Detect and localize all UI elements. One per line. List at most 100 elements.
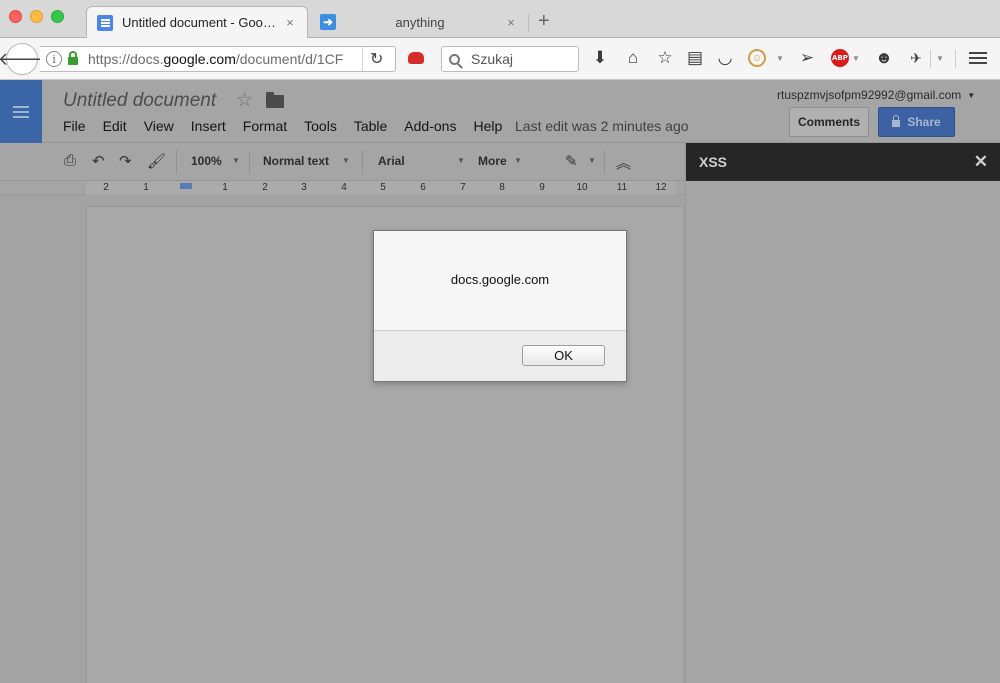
new-tab-button[interactable]: +: [538, 10, 550, 32]
menu-edit[interactable]: Edit: [103, 118, 127, 134]
bug-addon-icon[interactable]: ✈: [905, 47, 927, 69]
ruler-number: 10: [576, 182, 588, 193]
menu-addons[interactable]: Add-ons: [404, 118, 456, 134]
paragraph-style-select[interactable]: Normal text: [263, 154, 329, 168]
ruler-number: 4: [341, 182, 347, 193]
reading-list-icon[interactable]: ▤: [684, 47, 706, 69]
ruler-number: 8: [499, 182, 505, 193]
download-icon[interactable]: ⬇: [589, 47, 611, 69]
dropdown-arrow-icon[interactable]: ▼: [935, 47, 945, 69]
alert-message: docs.google.com: [450, 272, 550, 287]
last-edit-status[interactable]: Last edit was 2 minutes ago: [515, 118, 689, 134]
addon-side-panel: XSS ✕: [685, 143, 1000, 683]
ruler-number: 1: [222, 182, 228, 193]
alert-body: docs.google.com: [374, 231, 626, 331]
share-button[interactable]: Share: [878, 107, 955, 137]
toolbar-separator: [176, 150, 177, 174]
ruler-number: 12: [655, 182, 667, 193]
window-close-button[interactable]: [9, 10, 22, 23]
indent-marker[interactable]: [180, 183, 192, 189]
document-title[interactable]: Untitled document: [63, 90, 216, 112]
google-docs-favicon-icon: [97, 14, 113, 31]
account-email: rtuspzmvjsofpm92992@gmail.com: [777, 88, 962, 102]
pencil-icon[interactable]: ✎: [565, 152, 578, 170]
toolbar-separator: [930, 50, 931, 68]
home-icon[interactable]: ⌂: [622, 47, 644, 69]
menu-view[interactable]: View: [144, 118, 174, 134]
alert-dialog: docs.google.com OK: [373, 230, 627, 382]
pocket-icon[interactable]: ◡: [714, 47, 736, 69]
tab-anything[interactable]: ➜ anything ×: [310, 6, 528, 38]
ruler-number: 2: [262, 182, 268, 193]
docs-home-button[interactable]: [0, 80, 42, 143]
side-panel-title: XSS: [699, 154, 728, 170]
menu-icon[interactable]: [969, 52, 987, 64]
menu-tools[interactable]: Tools: [304, 118, 337, 134]
menu-table[interactable]: Table: [354, 118, 387, 134]
menu-insert[interactable]: Insert: [191, 118, 226, 134]
chevron-down-icon: ▼: [342, 156, 350, 165]
side-panel-header: XSS ✕: [686, 143, 1000, 181]
info-icon[interactable]: i: [46, 51, 62, 67]
lock-icon: [892, 115, 901, 127]
browser-navbar: 🡐 i https://docs.google.com/document/d/1…: [0, 38, 1000, 80]
face-addon-icon[interactable]: ☺: [748, 49, 766, 67]
print-icon[interactable]: ⎙: [64, 152, 76, 169]
menu-format[interactable]: Format: [243, 118, 287, 134]
url-bar[interactable]: i https://docs.google.com/document/d/1CF…: [40, 46, 396, 72]
dropdown-arrow-icon[interactable]: ▼: [775, 47, 785, 69]
lock-icon: [68, 51, 78, 65]
chevron-down-icon: ▼: [588, 156, 596, 165]
url-divider: [362, 47, 363, 71]
menu-file[interactable]: File: [63, 118, 86, 134]
tab-docs[interactable]: Untitled document - Google… ×: [86, 6, 308, 38]
window-minimize-button[interactable]: [30, 10, 43, 23]
reload-icon[interactable]: ↻: [370, 49, 383, 69]
search-placeholder: Szukaj: [471, 51, 514, 67]
tab-close-icon[interactable]: ×: [504, 15, 518, 30]
menu-help[interactable]: Help: [473, 118, 502, 134]
undo-icon[interactable]: ↶: [92, 152, 105, 170]
window-zoom-button[interactable]: [51, 10, 64, 23]
ruler: 2 1 1 2 3 4 5 6 7 8 9 10 11 12: [0, 181, 685, 195]
chevron-down-icon: ▼: [967, 90, 976, 100]
red-addon-icon[interactable]: [408, 52, 424, 64]
more-button[interactable]: More: [478, 154, 507, 168]
adblock-plus-icon[interactable]: ABP: [831, 49, 849, 67]
toolbar-separator: [362, 150, 363, 174]
toolbar-separator: [249, 150, 250, 174]
search-input[interactable]: Szukaj: [441, 46, 579, 72]
paint-format-icon[interactable]: 🖌: [147, 152, 166, 170]
zoom-select[interactable]: 100%: [191, 154, 222, 168]
tab-title: Untitled document - Google…: [122, 15, 283, 30]
tab-close-icon[interactable]: ×: [283, 15, 297, 30]
search-icon: [449, 53, 460, 65]
redo-icon[interactable]: ↷: [119, 152, 132, 170]
folder-icon[interactable]: [266, 92, 284, 108]
ok-button[interactable]: OK: [522, 345, 605, 366]
star-icon[interactable]: ☆: [236, 89, 253, 112]
smiley-icon[interactable]: ☻: [873, 47, 895, 69]
account-switcher[interactable]: rtuspzmvjsofpm92992@gmail.com ▼: [777, 88, 975, 102]
docs-header: Untitled document ☆ File Edit View Inser…: [0, 80, 1000, 143]
comments-button[interactable]: Comments: [789, 107, 869, 137]
chevron-down-icon: ▼: [514, 156, 522, 165]
back-button[interactable]: 🡐: [0, 43, 46, 75]
ruler-number: 9: [539, 182, 545, 193]
ruler-number: 3: [301, 182, 307, 193]
bookmark-star-icon[interactable]: ☆: [654, 47, 676, 69]
ruler-number: 1: [143, 182, 149, 193]
collapse-chevron-icon[interactable]: ︽: [616, 152, 631, 173]
arrow-favicon-icon: ➜: [320, 14, 336, 30]
toolbar-separator: [604, 150, 605, 174]
close-icon[interactable]: ✕: [974, 152, 988, 172]
ruler-number: 7: [460, 182, 466, 193]
ruler-number: 11: [616, 182, 628, 193]
tab-separator: [528, 14, 529, 32]
ruler-number: 2: [103, 182, 109, 193]
docs-toolbar: ⎙ ↶ ↷ 🖌 100% ▼ Normal text ▼ Arial ▼ Mor…: [0, 143, 685, 181]
dropdown-arrow-icon[interactable]: ▼: [851, 47, 861, 69]
send-icon[interactable]: ➢: [796, 47, 818, 69]
font-select[interactable]: Arial: [378, 154, 405, 168]
ruler-number: 6: [420, 182, 426, 193]
